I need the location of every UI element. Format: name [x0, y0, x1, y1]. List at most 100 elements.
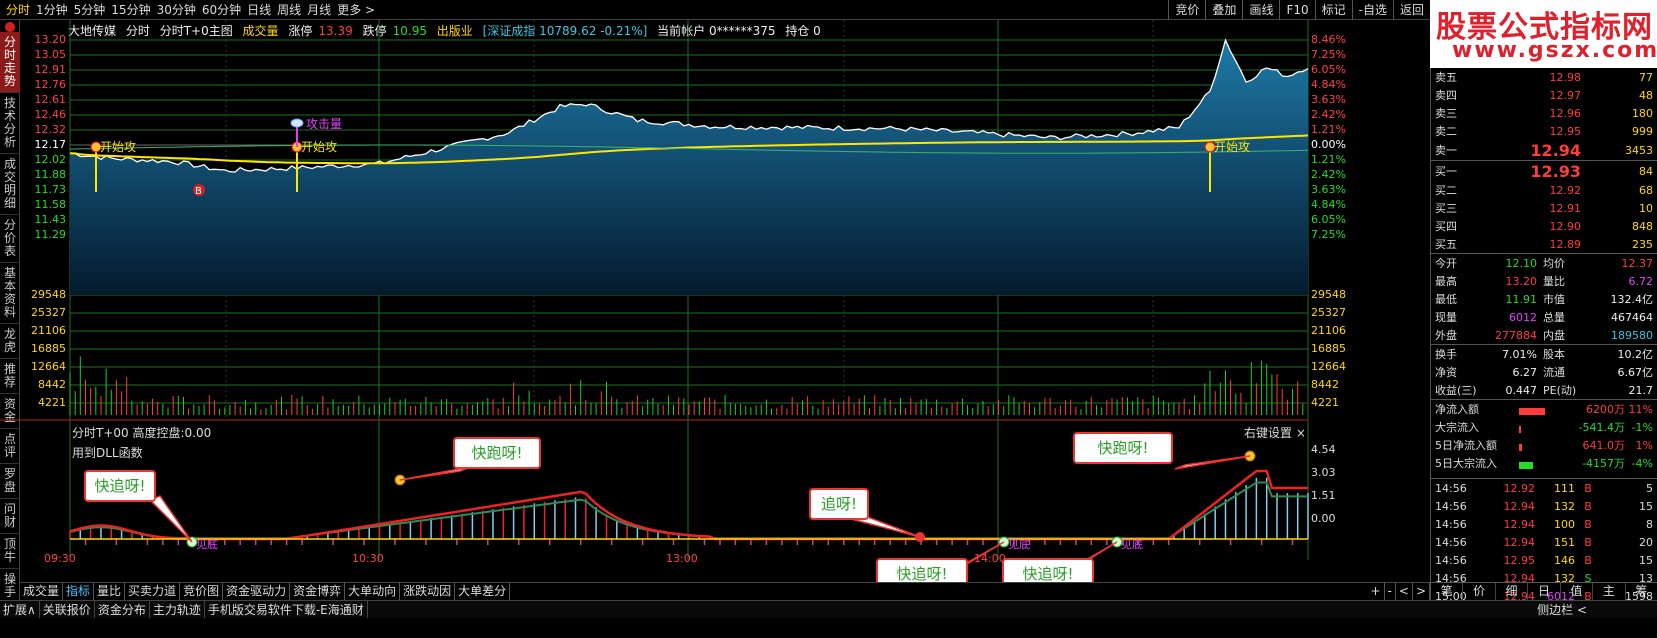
tick-price: 12.95: [1503, 553, 1536, 567]
period-tab[interactable]: 周线: [277, 1, 301, 18]
toolbar-button[interactable]: 返回: [1392, 0, 1430, 20]
tick-price: 12.94: [1503, 499, 1536, 513]
order-volume: 848: [1632, 219, 1653, 233]
quote-row: 收益(三) 0.447 PE(动) 21.7: [1431, 381, 1657, 399]
panel-tab[interactable]: 主: [1593, 583, 1626, 600]
quote-key: 最高: [1435, 275, 1457, 288]
right-click-settings[interactable]: 右键设置 ×: [1244, 424, 1306, 441]
order-level: 买三: [1435, 202, 1457, 215]
flow-value: -4157万: [1582, 457, 1625, 470]
subchart-header: 分时T+00 高度控盘:0.00: [72, 424, 211, 441]
orderbook-row: 买三 12.91 10: [1431, 199, 1657, 217]
panel-tab[interactable]: 值: [1561, 583, 1594, 600]
panel-tab[interactable]: 细: [1496, 583, 1529, 600]
order-level: 买二: [1435, 184, 1457, 197]
period-tab[interactable]: 15分钟: [111, 1, 150, 18]
zoom-button[interactable]: -: [1385, 583, 1396, 600]
signal-callout: 快跑呀!: [1073, 432, 1173, 464]
signal-label: 开始攻: [100, 140, 136, 154]
percent-axis-label: 0.00%: [1311, 138, 1346, 151]
height-label: 高度控盘:: [132, 426, 185, 440]
period-tab[interactable]: 1分钟: [36, 1, 68, 18]
quote-row: 现量 6012 总量 467464: [1431, 308, 1657, 326]
quote-value: 132.4亿: [1610, 293, 1654, 306]
quote-value: 11.91: [1505, 292, 1538, 306]
order-level: 卖三: [1435, 107, 1457, 120]
oscillator-main-line: [69, 469, 1308, 541]
toolbar-button[interactable]: 叠加: [1205, 0, 1242, 20]
tick-count: 20: [1639, 535, 1653, 549]
quote-key: PE(动): [1543, 384, 1577, 397]
indicator-tab[interactable]: 指标: [63, 583, 95, 600]
status-item[interactable]: 主力轨迹: [150, 601, 205, 618]
panel-tab[interactable]: 价: [1463, 583, 1496, 600]
quote-key: 量比: [1543, 275, 1565, 288]
percent-axis-label: 7.25%: [1311, 228, 1346, 241]
toolbar-button[interactable]: 画线: [1242, 0, 1279, 20]
indicator-tab[interactable]: 买卖力道: [125, 583, 181, 600]
buy-label: B: [195, 186, 202, 197]
period-tab[interactable]: 60分钟: [202, 1, 241, 18]
zoom-button[interactable]: >: [1413, 583, 1430, 600]
tick-time: 14:56: [1435, 553, 1467, 567]
quote-key: 收益(三): [1435, 384, 1477, 397]
tick-row: 14:56 12.94 151 B 20: [1431, 533, 1657, 551]
zoom-button[interactable]: <: [1396, 583, 1413, 600]
indicator-tab[interactable]: 资金博弈: [290, 583, 346, 600]
order-price: 12.90: [1549, 219, 1582, 233]
zoom-button[interactable]: +: [1367, 583, 1385, 600]
tick-row: 14:56 12.92 111 B 5: [1431, 479, 1657, 497]
volume-axis-label: 16885: [1311, 342, 1346, 355]
flow-value: -541.4万: [1578, 421, 1625, 434]
period-tab[interactable]: 5分钟: [74, 1, 106, 18]
status-item[interactable]: 扩展∧: [0, 601, 40, 618]
quote-key: 净资: [1435, 366, 1457, 379]
indicator-tab[interactable]: 竞价图: [180, 583, 224, 600]
indicator-tab[interactable]: 大单动向: [345, 583, 401, 600]
quote-value: 12.37: [1621, 256, 1654, 270]
order-volume: 84: [1639, 164, 1653, 178]
indicator-tab[interactable]: 量比: [94, 583, 126, 600]
toolbar-button[interactable]: 标记: [1314, 0, 1352, 20]
bottom-label: 见底: [1008, 537, 1030, 551]
volume-axis-label: 25327: [31, 306, 66, 319]
volume-axis-label: 21106: [1311, 324, 1346, 337]
toolbar-button[interactable]: F10: [1279, 0, 1314, 20]
quote-row: 最低 11.91 市值 132.4亿: [1431, 290, 1657, 308]
signal-callout: 追呀!: [809, 488, 869, 520]
panel-tab[interactable]: 筹: [1626, 583, 1657, 600]
indicator-tab[interactable]: 大单差分: [455, 583, 511, 600]
order-volume: 999: [1632, 124, 1653, 138]
period-tab[interactable]: 30分钟: [157, 1, 196, 18]
flow-bar: [1519, 423, 1559, 433]
period-tab[interactable]: 更多 >: [337, 1, 375, 18]
order-volume: 68: [1639, 183, 1653, 197]
period-tab[interactable]: 分时: [6, 1, 30, 18]
indicator-tab[interactable]: 成交量: [20, 583, 64, 600]
status-item[interactable]: 手机版交易软件下载-E海通财: [205, 601, 368, 618]
fund-flow-row: 5日大宗流入 -4157万 -4%: [1431, 454, 1657, 472]
period-tab[interactable]: 月线: [307, 1, 331, 18]
oscillator-signal-line: [69, 481, 1308, 540]
settings-label[interactable]: 右键设置: [1244, 426, 1292, 440]
indicator-tab[interactable]: 资金驱动力: [223, 583, 291, 600]
period-tabs: 分时 1分钟 5分钟 15分钟 30分钟 60分钟 日线 周线 月线 更多 >: [0, 1, 375, 18]
period-tab[interactable]: 日线: [247, 1, 271, 18]
indicator-tab[interactable]: 涨跌动因: [400, 583, 456, 600]
orderbook-row: 买四 12.90 848: [1431, 217, 1657, 235]
close-icon[interactable]: ×: [1296, 426, 1306, 440]
subchart-title[interactable]: 分时T+00: [72, 426, 129, 440]
panel-tab[interactable]: 笔: [1431, 583, 1464, 600]
percent-axis-label: 6.05%: [1311, 213, 1346, 226]
intraday-chart[interactable]: 开始攻 开始攻 开始攻 攻击量 B 见底 见底 见底: [0, 20, 1430, 582]
panel-tab[interactable]: 日: [1528, 583, 1561, 600]
flow-value: 6200万: [1586, 403, 1625, 416]
status-item[interactable]: 关联报价: [40, 601, 95, 618]
flow-label: 5日净流入额: [1435, 439, 1497, 452]
flow-bar: [1519, 441, 1559, 451]
callout-pointer: [1174, 455, 1251, 470]
quote-row: 换手 7.01% 股本 10.2亿: [1431, 345, 1657, 363]
status-item[interactable]: 资金分布: [95, 601, 150, 618]
toolbar-button[interactable]: 竞价: [1168, 0, 1205, 20]
toolbar-button[interactable]: -自选: [1351, 0, 1393, 20]
